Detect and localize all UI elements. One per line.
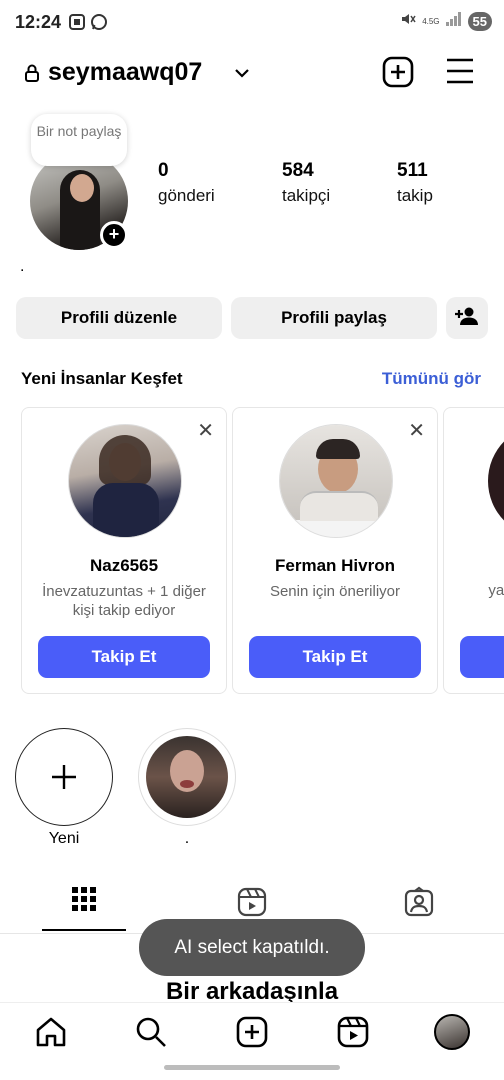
- username[interactable]: seymaawq07: [48, 58, 202, 87]
- note-bubble[interactable]: Bir not paylaş: [31, 114, 127, 166]
- home-icon[interactable]: [34, 1015, 68, 1054]
- create-icon[interactable]: [235, 1015, 269, 1054]
- screenshot-icon: [68, 13, 86, 36]
- stat-following[interactable]: 511 takip: [397, 160, 433, 206]
- highlight-item[interactable]: [138, 728, 236, 826]
- follow-button[interactable]: Takip Et: [249, 636, 421, 678]
- add-person-icon: [455, 306, 479, 331]
- toast-message: AI select kapatıldı.: [139, 919, 365, 976]
- signal-icon: [445, 12, 462, 31]
- discover-title: Yeni İnsanlar Keşfet: [21, 369, 183, 388]
- bio-text: .: [20, 258, 25, 275]
- status-bar: 12:24 4.5G 55: [0, 0, 504, 46]
- reels-nav-icon[interactable]: [336, 1015, 370, 1054]
- section-title: Bir arkadaşınla: [165, 978, 339, 1004]
- mute-icon: [400, 11, 416, 32]
- lock-icon: [24, 64, 40, 87]
- suggestion-subtitle: yagz: [488, 582, 504, 599]
- follow-button[interactable]: Takip Et: [38, 636, 210, 678]
- discover-people-button[interactable]: [446, 297, 488, 339]
- share-profile-button[interactable]: Profili paylaş: [231, 297, 437, 339]
- highlight-label: .: [184, 830, 190, 847]
- profile-nav-avatar[interactable]: [434, 1014, 470, 1050]
- close-icon[interactable]: ✕: [197, 418, 214, 443]
- close-icon[interactable]: ✕: [408, 418, 425, 443]
- whatsapp-icon: [90, 13, 108, 36]
- new-highlight-button[interactable]: [15, 728, 113, 826]
- tagged-icon[interactable]: [403, 886, 435, 923]
- hamburger-menu-icon[interactable]: [444, 56, 476, 91]
- active-tab-indicator: [42, 929, 126, 931]
- search-icon[interactable]: [134, 1015, 168, 1054]
- see-all-link[interactable]: Tümünü gör: [382, 369, 481, 389]
- create-post-button[interactable]: [381, 55, 415, 94]
- chevron-down-icon[interactable]: [234, 66, 250, 84]
- suggestion-subtitle: İnevzatuzuntas + 1 diğer kişi takip ediy…: [42, 583, 206, 619]
- suggestion-avatar[interactable]: [488, 424, 504, 538]
- suggestion-name[interactable]: Ferman Hivron: [233, 556, 437, 576]
- grid-icon[interactable]: [71, 886, 97, 917]
- suggestion-name[interactable]: Naz6565: [22, 556, 226, 576]
- battery-indicator: 55: [467, 12, 492, 31]
- suggestion-card[interactable]: yagz: [443, 407, 504, 694]
- home-indicator[interactable]: [164, 1065, 340, 1070]
- status-time: 12:24: [15, 12, 62, 32]
- highlight-label: Yeni: [48, 830, 80, 847]
- suggestion-subtitle: Senin için öneriliyor: [269, 583, 401, 600]
- suggestion-card[interactable]: ✕ Naz6565 İnevzatuzuntas + 1 diğer kişi …: [21, 407, 227, 694]
- follow-button[interactable]: [460, 636, 504, 678]
- profile-header: seymaawq07: [0, 50, 504, 98]
- suggestion-avatar[interactable]: [68, 424, 182, 538]
- suggestion-card[interactable]: ✕ Ferman Hivron Senin için öneriliyor Ta…: [232, 407, 438, 694]
- add-story-icon[interactable]: +: [100, 221, 128, 249]
- suggestion-avatar[interactable]: [279, 424, 393, 538]
- reels-icon[interactable]: [236, 886, 268, 923]
- stat-followers[interactable]: 584 takipçi: [282, 160, 330, 206]
- network-type: 4.5G: [422, 16, 440, 26]
- edit-profile-button[interactable]: Profili düzenle: [16, 297, 222, 339]
- stat-posts[interactable]: 0 gönderi: [158, 160, 215, 206]
